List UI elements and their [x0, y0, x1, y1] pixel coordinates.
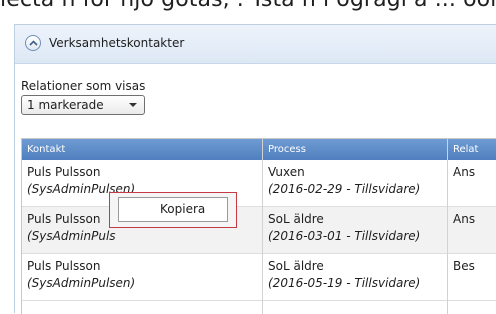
process-cell: Vuxen (2016-02-29 - Tillsvidare)	[268, 164, 420, 198]
contact-user: (SysAdminPuls	[27, 229, 116, 243]
contact-cell: Puls Pulsson (SysAdminPulsen)	[27, 258, 135, 292]
context-menu: Kopiera	[109, 192, 237, 228]
copy-menu-label: Kopiera	[160, 202, 206, 216]
column-divider	[447, 139, 448, 314]
contact-name: Puls Pulsson	[27, 165, 101, 179]
contact-name: Puls Pulsson	[27, 212, 101, 226]
contacts-table: Kontakt Process Relat Puls Pulsson (SysA…	[21, 138, 496, 314]
relations-dropdown[interactable]: 1 markerade	[21, 95, 145, 115]
table-row[interactable]: Puls Pulsson (SysAdminPulsen) SoL äldre …	[22, 254, 496, 301]
process-name: SoL äldre	[268, 212, 324, 226]
contact-cell: Puls Pulsson (SysAdminPuls	[27, 211, 116, 245]
column-header-relation[interactable]: Relat	[453, 139, 478, 160]
process-cell: SoL äldre (2016-05-19 - Tillsvidare)	[268, 258, 420, 292]
column-divider	[262, 139, 263, 314]
copy-menu-item[interactable]: Kopiera	[118, 197, 228, 222]
process-period: (2016-02-29 - Tillsvidare)	[268, 182, 421, 196]
collapse-icon[interactable]	[25, 35, 41, 51]
process-period: (2016-05-19 - Tillsvidare)	[268, 276, 421, 290]
background-document-text: lecta n för njo gotas, . Tsta n i ogragi…	[0, 0, 496, 13]
table-row[interactable]: Puls Pulsson (SysAdminPuls SoL äldre (20…	[22, 207, 496, 254]
contact-user: (SysAdminPulsen)	[27, 276, 136, 290]
relations-shown-label: Relationer som visas	[21, 79, 146, 93]
process-name: SoL äldre	[268, 259, 324, 273]
contact-name: Puls Pulsson	[27, 259, 101, 273]
panel-header[interactable]: Verksamhetskontakter	[15, 25, 496, 64]
column-header-process[interactable]: Process	[268, 139, 306, 160]
relation-cell: Bes	[453, 259, 475, 273]
relation-cell: Ans	[453, 165, 476, 179]
relation-cell: Ans	[453, 212, 476, 226]
contacts-panel: Verksamhetskontakter Relationer som visa…	[14, 24, 496, 314]
relations-dropdown-value: 1 markerade	[27, 98, 104, 112]
chevron-down-icon	[129, 103, 137, 107]
process-period: (2016-03-01 - Tillsvidare)	[268, 229, 421, 243]
column-header-kontakt[interactable]: Kontakt	[27, 139, 65, 160]
panel-title: Verksamhetskontakter	[49, 36, 185, 50]
table-header: Kontakt Process Relat	[22, 139, 496, 160]
process-cell: SoL äldre (2016-03-01 - Tillsvidare)	[268, 211, 420, 245]
process-name: Vuxen	[268, 165, 305, 179]
table-row[interactable]: Puls Pulsson (SysAdminPulsen) Vuxen (201…	[22, 160, 496, 207]
